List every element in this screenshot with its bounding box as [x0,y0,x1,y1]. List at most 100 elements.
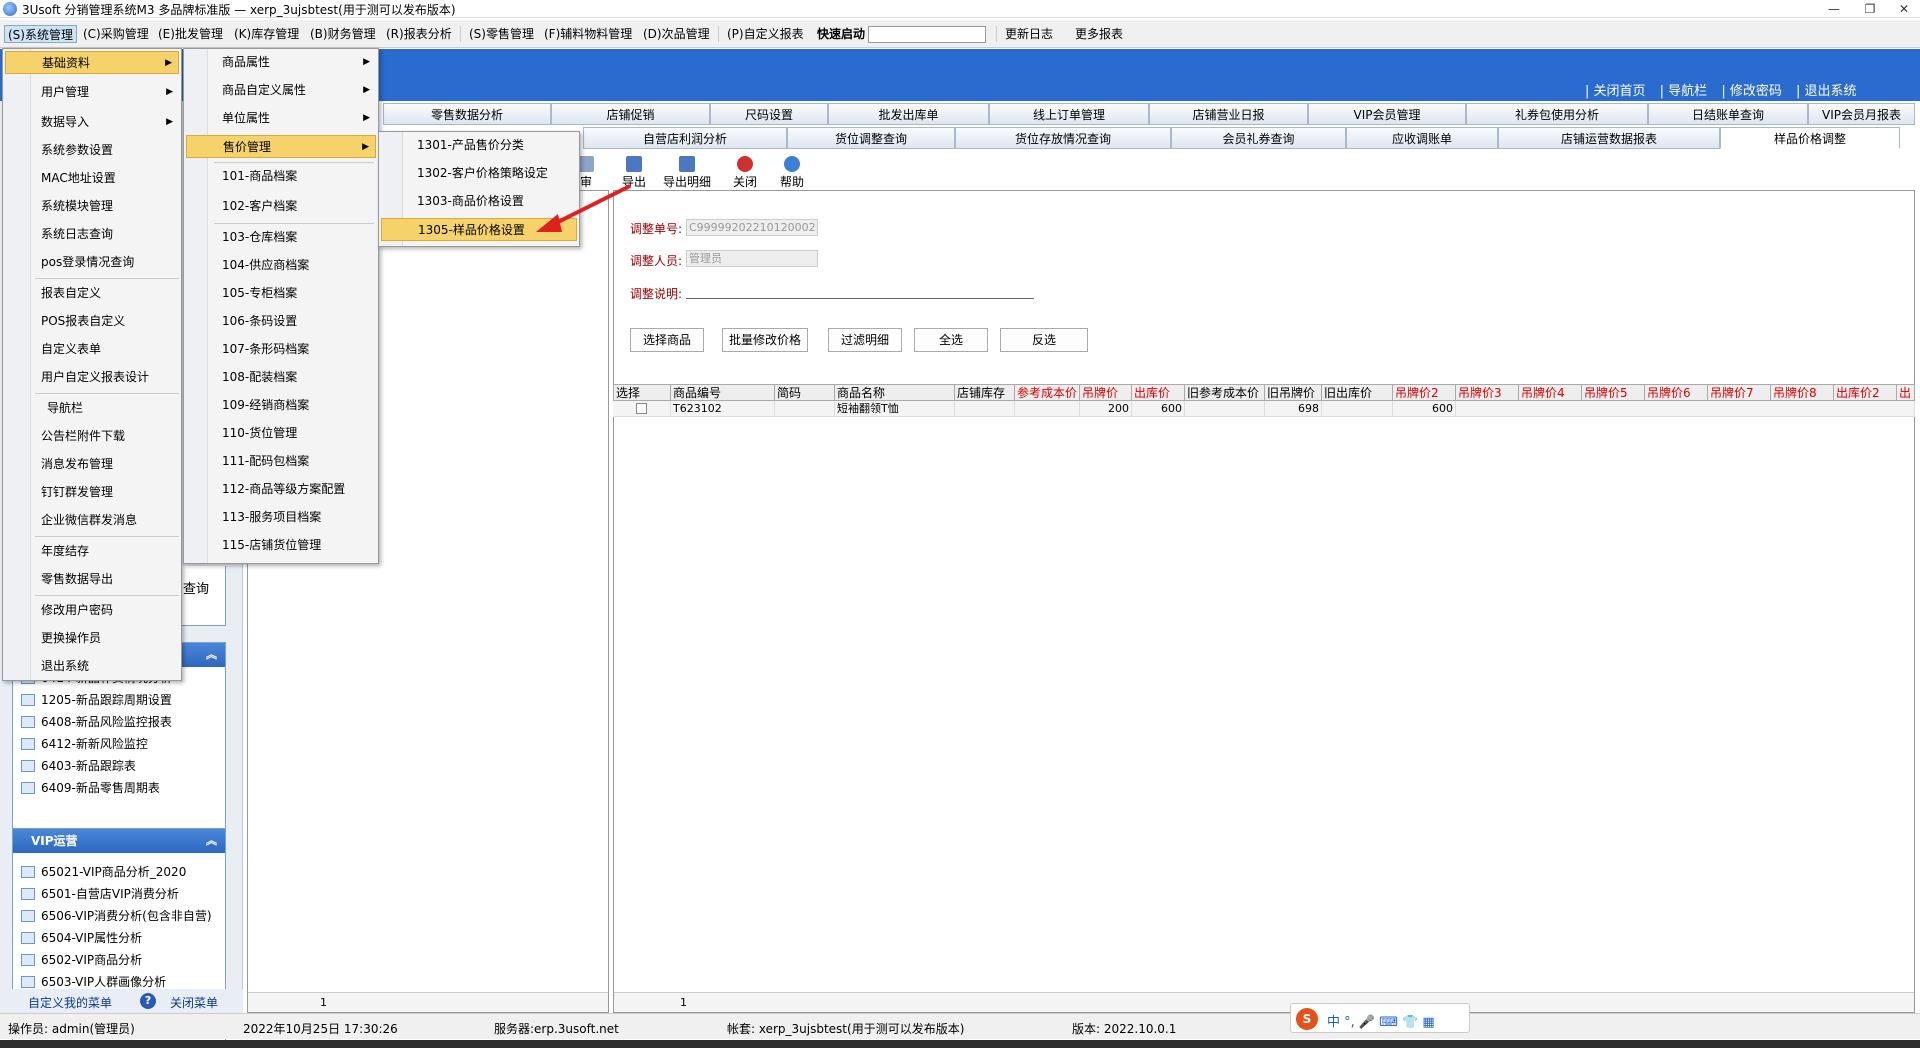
menu-item[interactable]: 用户自定义报表设计 [5,366,179,389]
cell-name[interactable]: 短袖翻领T恤 [835,401,955,417]
tab[interactable]: 线上订单管理 [989,103,1149,125]
grid-header[interactable]: 旧出库价 [1322,384,1393,401]
doc-no-field[interactable]: C99999202210120002 [686,219,818,236]
grid-header[interactable]: 店铺库存 [955,384,1015,401]
menu-system[interactable]: (S)系统管理 [4,25,77,43]
menu-item[interactable]: 101-商品档案 [186,165,376,188]
menu-item[interactable]: 113-服务项目档案 [186,506,376,529]
cell-ref-cost[interactable] [1015,401,1080,417]
tab[interactable]: 尺码设置 [710,103,828,125]
menu-item[interactable]: 系统参数设置 [5,139,179,162]
group-header-vip[interactable]: VIP运营 ︽ [13,829,225,853]
menu-item[interactable]: 106-条码设置 [186,310,376,333]
close-home-link[interactable]: | 关闭首页 [1585,84,1646,99]
nav-item[interactable]: 6502-VIP商品分析 [13,949,225,971]
tab[interactable]: 会员礼券查询 [1171,127,1346,149]
menu-item-price-management[interactable]: 售价管理 ▶ [186,135,376,158]
menu-item[interactable]: 商品属性 ▶ [186,51,376,74]
tab[interactable]: 货位调整查询 [787,127,955,149]
grid-header[interactable]: 吊牌价5 [1582,384,1645,401]
tab[interactable]: 日结账单查询 [1648,103,1808,125]
tab[interactable]: 店铺运营数据报表 [1498,127,1720,149]
menu-item[interactable]: 108-配装档案 [186,366,376,389]
navbar-link[interactable]: | 导航栏 [1660,84,1708,99]
remark-input[interactable] [686,298,1034,299]
cell-tag-price-2[interactable]: 600 [1393,401,1456,417]
ime-controls[interactable]: 中 °, 🎤 ⌨ 👕 ▦ [1327,1011,1435,1030]
nav-item[interactable]: 1205-新品跟踪周期设置 [13,689,225,711]
menu-item[interactable]: 自定义表单 [5,338,179,361]
grid-header[interactable]: 旧吊牌价 [1265,384,1322,401]
tab[interactable]: 自营店利润分析 [583,127,787,149]
nav-item[interactable]: 6504-VIP属性分析 [13,927,225,949]
menu-item[interactable]: 109-经销商档案 [186,394,376,417]
select-all-button[interactable]: 全选 [914,328,988,352]
menu-item[interactable]: 报表自定义 [5,282,179,305]
menu-item[interactable]: 消息发布管理 [5,453,179,476]
cell-out-price[interactable]: 600 [1132,401,1185,417]
menu-purchase[interactable]: (C)采购管理 [80,25,152,43]
grid-header[interactable]: 商品名称 [835,384,955,401]
tab[interactable]: 货位存放情况查询 [955,127,1171,149]
tab[interactable]: VIP会员月报表 [1808,103,1915,125]
menu-item-basic-data[interactable]: 基础资料 ▶ [5,51,179,74]
maximize-button[interactable]: ❐ [1856,0,1884,18]
cell-remaining[interactable] [1456,401,1915,417]
menu-item[interactable]: MAC地址设置 [5,167,179,190]
menu-item[interactable]: 112-商品等级方案配置 [186,478,376,501]
menu-item[interactable]: 102-客户档案 [186,195,376,218]
menu-item[interactable]: 商品自定义属性 ▶ [186,79,376,102]
menu-item[interactable]: 数据导入 ▶ [5,111,179,134]
menu-item[interactable]: 退出系统 [5,655,179,678]
cell-stock[interactable] [955,401,1015,417]
tab[interactable]: 零售数据分析 [383,103,551,125]
sogou-logo-icon[interactable]: S [1296,1008,1318,1030]
grid-header[interactable]: 吊牌价 [1080,384,1132,401]
tab[interactable]: 礼券包使用分析 [1466,103,1648,125]
nav-item[interactable]: 6408-新品风险监控报表 [13,711,225,733]
grid-header[interactable]: 出库价 [1132,384,1185,401]
menu-item[interactable]: 钉钉群发管理 [5,481,179,504]
collapse-icon[interactable]: ︽ [206,829,217,853]
tab[interactable]: 店铺营业日报 [1149,103,1308,125]
grid-header[interactable]: 简码 [775,384,835,401]
change-password-link[interactable]: | 修改密码 [1721,84,1782,99]
cell-shortcode[interactable] [775,401,835,417]
cell-code[interactable]: T623102 [671,401,775,417]
tab-sample-price-adjust[interactable]: 样品价格调整 [1720,127,1900,149]
help-button[interactable]: 帮助 [770,156,814,190]
nav-item[interactable]: 65021-VIP商品分析_2020 [13,861,225,883]
menu-item[interactable]: 111-配码包档案 [186,450,376,473]
select-product-button[interactable]: 选择商品 [630,328,704,352]
menu-item[interactable]: 单位属性 ▶ [186,107,376,130]
menu-item[interactable]: 系统日志查询 [5,223,179,246]
grid-header[interactable]: 旧参考成本价 [1185,384,1265,401]
exit-system-link[interactable]: | 退出系统 [1796,84,1857,99]
cell-old-out-price[interactable] [1322,401,1393,417]
nav-item[interactable]: 6412-新新风险监控 [13,733,225,755]
help-icon[interactable]: ? [140,993,156,1009]
collapse-icon[interactable]: ︽ [206,643,217,667]
menu-item[interactable]: 115-店铺货位管理 [186,534,376,557]
row-checkbox[interactable] [636,403,647,414]
tab[interactable]: VIP会员管理 [1308,103,1466,125]
tab[interactable]: 批发出库单 [828,103,989,125]
menu-retail[interactable]: (S)零售管理 [466,25,537,43]
menu-item[interactable]: 导航栏 [5,397,179,420]
menu-finance[interactable]: (B)财务管理 [307,25,379,43]
menu-custom-reports[interactable]: (P)自定义报表 [724,25,807,43]
minimize-button[interactable]: — [1820,0,1848,18]
menu-item[interactable]: 104-供应商档案 [186,254,376,277]
menu-item[interactable]: POS报表自定义 [5,310,179,333]
tab[interactable]: 应收调账单 [1346,127,1498,149]
cell-old-ref-cost[interactable] [1185,401,1265,417]
menu-item[interactable]: 公告栏附件下载 [5,425,179,448]
export-detail-button[interactable]: 导出明细 [658,156,716,190]
menu-item[interactable]: 103-仓库档案 [186,226,376,249]
cell-tag-price[interactable]: 200 [1080,401,1132,417]
menu-item[interactable]: 105-专柜档案 [186,282,376,305]
menu-materials[interactable]: (F)辅料物料管理 [541,25,635,43]
filter-detail-button[interactable]: 过滤明细 [828,328,902,352]
menu-item[interactable]: 系统模块管理 [5,195,179,218]
tab[interactable]: 店铺促销 [551,103,710,125]
